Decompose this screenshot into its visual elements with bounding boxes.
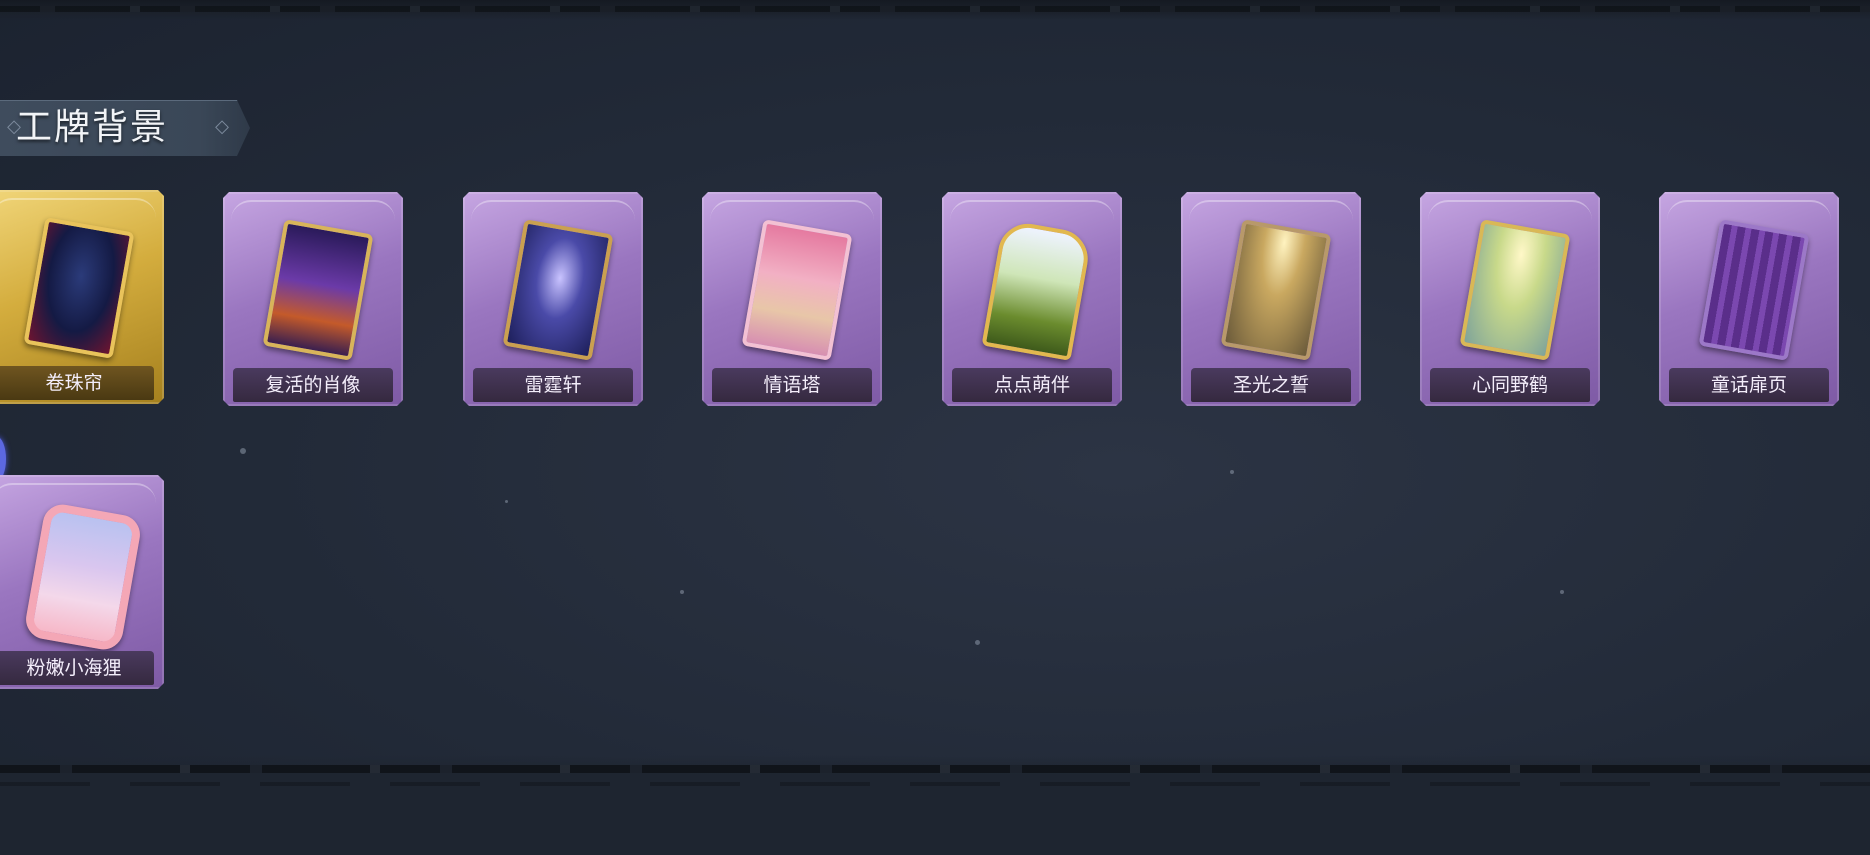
card-label-bar: 复活的肖像: [233, 368, 393, 402]
bg-star: [240, 448, 246, 454]
bg-star: [1230, 470, 1234, 474]
card-label: 圣光之誓: [1232, 374, 1309, 396]
card-label: 卷珠帘: [45, 372, 103, 394]
card-label-bar: 情语塔: [712, 368, 872, 402]
card-label: 点点萌伴: [993, 374, 1070, 396]
card-label-bar: 粉嫩小海狸: [0, 651, 154, 685]
card-label-bar: 圣光之誓: [1191, 368, 1351, 402]
card-label: 复活的肖像: [265, 374, 361, 396]
top-border-texture: [0, 6, 1870, 12]
card-item[interactable]: 圣光之誓: [1181, 192, 1361, 406]
bg-star: [680, 590, 684, 594]
card-item[interactable]: 粉嫩小海狸: [0, 475, 164, 689]
section-title: 工牌背景: [16, 107, 169, 148]
bg-star: [505, 500, 508, 503]
card-label: 情语塔: [763, 374, 821, 396]
card-item[interactable]: 童话扉页: [1659, 192, 1839, 406]
card-item[interactable]: 心同野鹤: [1420, 192, 1600, 406]
card-label-bar: 心同野鹤: [1430, 368, 1590, 402]
card-label: 童话扉页: [1710, 374, 1787, 396]
bottom-border-texture: [0, 765, 1870, 773]
card-label: 心同野鹤: [1471, 374, 1548, 396]
card-label-bar: 点点萌伴: [952, 368, 1112, 402]
card-item[interactable]: 情语塔: [702, 192, 882, 406]
card-label-bar: 卷珠帘: [0, 366, 154, 400]
card-label-bar: 童话扉页: [1669, 368, 1829, 402]
bg-star: [1560, 590, 1564, 594]
card-item[interactable]: 点点萌伴: [942, 192, 1122, 406]
card-label: 雷霆轩: [524, 374, 582, 396]
card-item[interactable]: 雷霆轩: [463, 192, 643, 406]
bottom-border-texture: [0, 782, 1870, 786]
banner-ornament-right-icon: ◇: [215, 116, 229, 137]
card-label: 粉嫩小海狸: [26, 657, 122, 679]
card-label-bar: 雷霆轩: [473, 368, 633, 402]
bg-star: [975, 640, 980, 645]
card-item[interactable]: 卷珠帘: [0, 190, 164, 404]
card-item[interactable]: 复活的肖像: [223, 192, 403, 406]
side-indicator-dot: [0, 437, 6, 481]
